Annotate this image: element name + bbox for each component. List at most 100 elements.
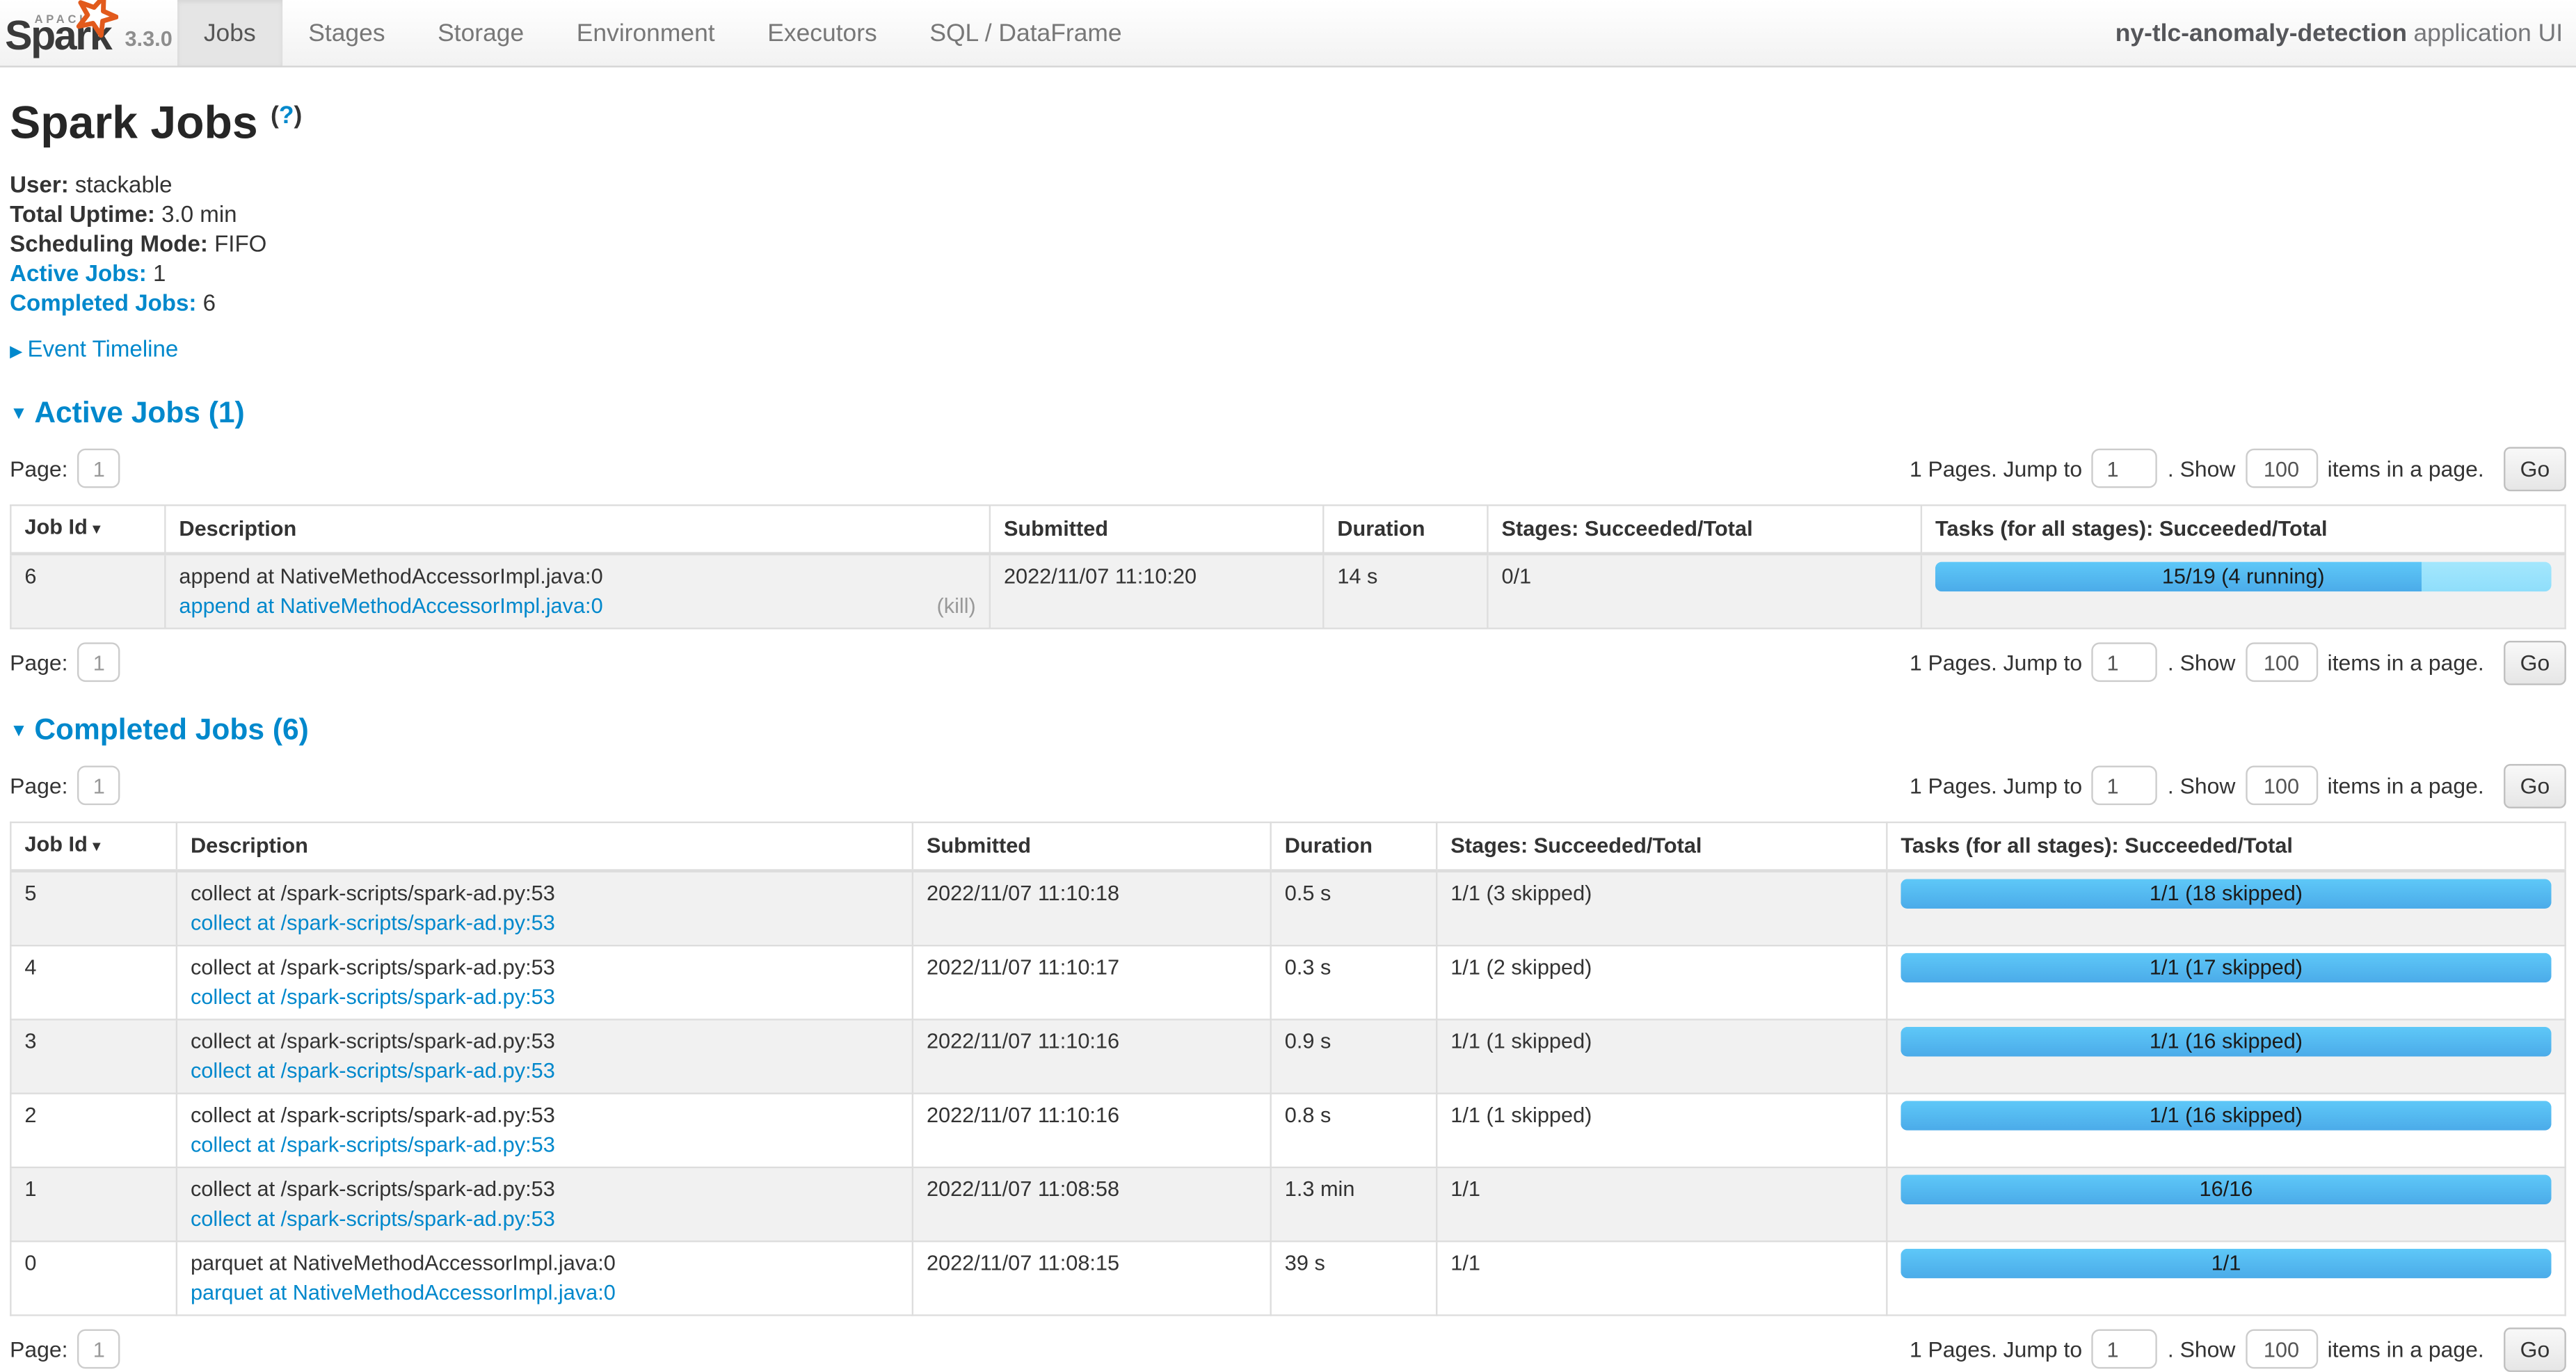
items-per-page-input[interactable]: [2246, 642, 2318, 682]
show-label: . Show: [2168, 773, 2235, 797]
duration-cell: 0.8 s: [1271, 1094, 1437, 1167]
tasks-cell: 1/1: [1887, 1241, 2565, 1315]
job-description-link[interactable]: collect at /spark-scripts/spark-ad.py:53: [191, 982, 555, 1012]
column-header-label: Description: [179, 516, 296, 541]
column-header-5[interactable]: Tasks (for all stages): Succeeded/Total: [1887, 822, 2565, 871]
duration-cell: 14 s: [1323, 554, 1487, 628]
task-progress-label: 1/1: [1901, 1249, 2551, 1279]
job-id-cell: 3: [10, 1019, 177, 1093]
go-button[interactable]: Go: [2504, 763, 2566, 808]
job-description-cell: collect at /spark-scripts/spark-ad.py:53…: [177, 946, 913, 1019]
tab-stages[interactable]: Stages: [282, 0, 411, 65]
job-description-link[interactable]: parquet at NativeMethodAccessorImpl.java…: [191, 1278, 616, 1308]
column-header-2[interactable]: Submitted: [990, 505, 1323, 554]
items-per-page-input[interactable]: [2246, 766, 2318, 806]
application-ui-suffix: application UI: [2413, 19, 2563, 47]
application-name: ny-tlc-anomaly-detection: [2115, 19, 2407, 47]
column-header-3[interactable]: Duration: [1323, 505, 1487, 554]
column-header-0[interactable]: Job Id▾: [10, 822, 177, 871]
pages-summary: 1 Pages. Jump to: [1910, 650, 2082, 674]
task-progress-label: 1/1 (18 skipped): [1901, 879, 2551, 909]
task-progress-bar: 1/1 (18 skipped): [1901, 879, 2551, 909]
column-header-1[interactable]: Description: [165, 505, 990, 554]
column-header-5[interactable]: Tasks (for all stages): Succeeded/Total: [1921, 505, 2566, 554]
summary-value: 6: [196, 289, 216, 316]
column-header-0[interactable]: Job Id▾: [10, 505, 165, 554]
tasks-cell: 1/1 (17 skipped): [1887, 946, 2565, 1019]
task-progress-bar: 1/1: [1901, 1249, 2551, 1279]
job-description-text: collect at /spark-scripts/spark-ad.py:53: [191, 1027, 899, 1057]
nav-tabs: JobsStagesStorageEnvironmentExecutorsSQL…: [177, 0, 1148, 65]
tasks-cell: 16/16: [1887, 1167, 2565, 1241]
job-description-line2: parquet at NativeMethodAccessorImpl.java…: [191, 1278, 899, 1308]
submitted-cell: 2022/11/07 11:10:20: [990, 554, 1323, 628]
job-row: 2collect at /spark-scripts/spark-ad.py:5…: [10, 1094, 2565, 1167]
navbar: APACHE Spark 3.3.0 JobsStagesStorageEnvi…: [0, 0, 2576, 67]
help-link[interactable]: ?: [279, 102, 294, 129]
job-description-link[interactable]: collect at /spark-scripts/spark-ad.py:53: [191, 1057, 555, 1087]
tab-environment[interactable]: Environment: [550, 0, 741, 65]
stages-cell: 1/1: [1437, 1241, 1887, 1315]
task-progress-label: 1/1 (17 skipped): [1901, 953, 2551, 983]
spark-star-icon: [74, 0, 118, 38]
job-id-cell: 0: [10, 1241, 177, 1315]
job-description-line2: collect at /spark-scripts/spark-ad.py:53: [191, 1057, 899, 1087]
kill-link[interactable]: (kill): [937, 591, 976, 621]
summary-label: User:: [10, 171, 69, 198]
page-label: Page:: [10, 650, 67, 674]
job-description-link[interactable]: collect at /spark-scripts/spark-ad.py:53: [191, 1131, 555, 1160]
collapsed-arrow-icon: ▶: [10, 344, 22, 362]
summary-item: Total Uptime: 3.0 min: [10, 199, 2566, 229]
job-description-link[interactable]: collect at /spark-scripts/spark-ad.py:53: [191, 909, 555, 939]
job-description-cell: collect at /spark-scripts/spark-ad.py:53…: [177, 1167, 913, 1241]
summary-item: User: stackable: [10, 169, 2566, 199]
submitted-cell: 2022/11/07 11:08:58: [913, 1167, 1271, 1241]
go-button[interactable]: Go: [2504, 446, 2566, 490]
summary-item: Scheduling Mode: FIFO: [10, 228, 2566, 258]
tab-executors[interactable]: Executors: [741, 0, 903, 65]
summary-label[interactable]: Completed Jobs:: [10, 289, 196, 316]
tab-jobs[interactable]: Jobs: [177, 0, 282, 65]
spark-version: 3.3.0: [125, 26, 172, 51]
page-title-text: Spark Jobs: [10, 97, 257, 147]
column-header-2[interactable]: Submitted: [913, 822, 1271, 871]
page-label: Page:: [10, 456, 67, 480]
go-button[interactable]: Go: [2504, 640, 2566, 685]
section-active-jobs[interactable]: ▼Active Jobs (1): [10, 394, 2566, 436]
job-description-text: append at NativeMethodAccessorImpl.java:…: [179, 562, 975, 592]
jump-to-page-input[interactable]: [2092, 449, 2157, 488]
job-row: 4collect at /spark-scripts/spark-ad.py:5…: [10, 946, 2565, 1019]
duration-cell: 0.9 s: [1271, 1019, 1437, 1093]
jump-to-page-input[interactable]: [2092, 766, 2157, 806]
submitted-cell: 2022/11/07 11:10:17: [913, 946, 1271, 1019]
column-header-3[interactable]: Duration: [1271, 822, 1437, 871]
page-number-input[interactable]: [78, 766, 120, 806]
job-description-line2: collect at /spark-scripts/spark-ad.py:53: [191, 1204, 899, 1234]
column-header-label: Submitted: [927, 833, 1031, 857]
event-timeline-toggle[interactable]: ▶ Event Timeline: [10, 333, 2566, 368]
tab-sql-dataframe[interactable]: SQL / DataFrame: [904, 0, 1149, 65]
event-timeline-label: Event Timeline: [27, 335, 178, 362]
duration-cell: 1.3 min: [1271, 1167, 1437, 1241]
items-per-page-input[interactable]: [2246, 449, 2318, 488]
page-number-input[interactable]: [78, 449, 120, 488]
job-description-link[interactable]: append at NativeMethodAccessorImpl.java:…: [179, 591, 602, 621]
tab-storage[interactable]: Storage: [411, 0, 550, 65]
summary-label: Scheduling Mode:: [10, 230, 208, 257]
section-completed-jobs[interactable]: ▼Completed Jobs (6): [10, 712, 2566, 753]
job-description-link[interactable]: collect at /spark-scripts/spark-ad.py:53: [191, 1204, 555, 1234]
job-description-cell: append at NativeMethodAccessorImpl.java:…: [165, 554, 990, 628]
job-description-cell: collect at /spark-scripts/spark-ad.py:53…: [177, 1019, 913, 1093]
column-header-4[interactable]: Stages: Succeeded/Total: [1437, 822, 1887, 871]
task-progress-bar: 1/1 (16 skipped): [1901, 1027, 2551, 1057]
items-label: items in a page.: [2328, 773, 2484, 797]
summary-label[interactable]: Active Jobs:: [10, 260, 147, 286]
column-header-4[interactable]: Stages: Succeeded/Total: [1487, 505, 1921, 554]
page-label: Page:: [10, 773, 67, 797]
jump-to-page-input[interactable]: [2092, 642, 2157, 682]
column-header-1[interactable]: Description: [177, 822, 913, 871]
spark-logo[interactable]: APACHE Spark 3.3.0: [0, 0, 177, 65]
job-id-cell: 4: [10, 946, 177, 1019]
page-number-input[interactable]: [78, 642, 120, 682]
task-progress-bar: 16/16: [1901, 1175, 2551, 1205]
